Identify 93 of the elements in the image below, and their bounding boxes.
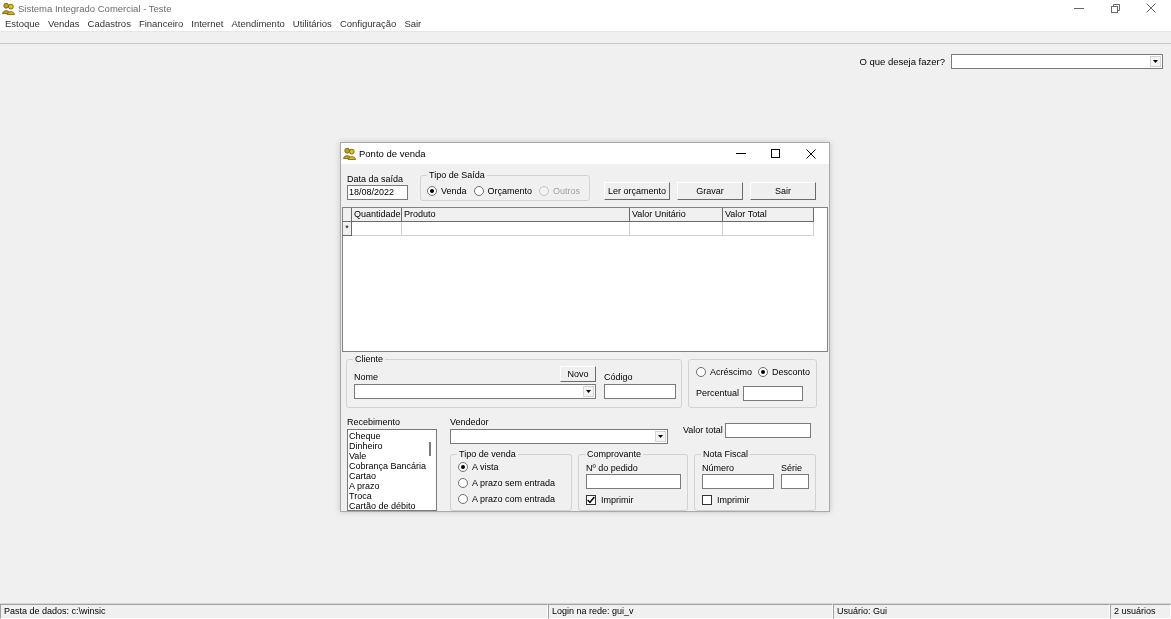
minimize-icon: [1074, 7, 1084, 9]
radio-icon[interactable]: [473, 186, 484, 196]
grid-cell: [352, 222, 402, 236]
radio-option[interactable]: A prazo sem entrada: [458, 477, 571, 489]
radio-option[interactable]: Desconto: [758, 366, 811, 378]
input-field[interactable]: [702, 474, 774, 489]
radio-icon[interactable]: [458, 494, 468, 504]
combo-field[interactable]: [951, 54, 1163, 69]
menu-item[interactable]: Sair: [400, 17, 426, 30]
group-label: Tipo de venda: [458, 449, 517, 460]
list-item[interactable]: Cartao: [349, 471, 377, 481]
input-field[interactable]: [604, 384, 676, 399]
field-label: Nome: [354, 372, 378, 383]
menu-item[interactable]: Atendimento: [227, 17, 289, 30]
dialog-title: Ponto de venda: [359, 147, 426, 160]
checkbox-option[interactable]: Imprimir: [702, 494, 815, 506]
list-item[interactable]: Dinheiro: [349, 441, 384, 451]
radio-option[interactable]: Acréscimo: [696, 366, 752, 378]
combo-field[interactable]: [450, 429, 668, 444]
scrollbar-thumb[interactable]: [429, 442, 431, 456]
dialog-button[interactable]: Ler orçamento: [604, 182, 670, 200]
field-label: Data da saída: [347, 173, 405, 185]
status-panel: 2 usuários: [1110, 604, 1171, 619]
minimize-icon: [735, 153, 746, 154]
field-label: Vendedor: [450, 416, 490, 428]
caret-icon: [586, 390, 591, 393]
list-item[interactable]: Vale: [349, 451, 368, 461]
users-icon: [343, 147, 356, 160]
field-label: Código: [604, 372, 633, 383]
list-item[interactable]: Cartão de débito: [349, 501, 417, 511]
status-panel: Login na rede: gui_v: [548, 604, 833, 619]
dropdown-button[interactable]: [1150, 56, 1161, 67]
group-label: Comprovante: [586, 449, 643, 460]
column-header: Produto: [402, 208, 630, 222]
column-header: Valor Unitário: [630, 208, 723, 222]
row-header-cell: [343, 208, 352, 222]
radio-icon[interactable]: [458, 478, 468, 488]
dropdown-button[interactable]: [583, 386, 594, 397]
list-item[interactable]: A prazo: [349, 481, 381, 491]
radio-option[interactable]: Orçamento: [473, 185, 533, 197]
dialog-button[interactable]: Sair: [750, 182, 816, 200]
restore-icon: [1110, 3, 1120, 13]
group-label: Cliente: [354, 354, 384, 365]
menu-item[interactable]: Estoque: [1, 17, 44, 30]
menu-item[interactable]: Vendas: [43, 17, 84, 30]
menu-item[interactable]: Configuração: [335, 17, 401, 30]
window-title: Sistema Integrado Comercial - Teste: [18, 1, 172, 15]
group-label: Nota Fiscal: [702, 449, 749, 460]
menu-item[interactable]: Financeiro: [134, 17, 188, 30]
close-icon: [805, 148, 816, 159]
radio-icon[interactable]: [696, 367, 706, 377]
field-label: O que deseja fazer?: [859, 55, 945, 68]
checkbox-icon[interactable]: [586, 495, 596, 505]
field-label: Nº do pedido: [586, 462, 639, 474]
radio-icon[interactable]: [758, 367, 768, 377]
field-label: Série: [781, 462, 803, 474]
row-indicator: *: [343, 222, 352, 236]
input-field[interactable]: [781, 474, 809, 489]
caret-icon: [658, 435, 663, 438]
list-item[interactable]: Troca: [349, 491, 373, 501]
radio-option[interactable]: A prazo com entrada: [458, 493, 571, 505]
radio-icon[interactable]: [458, 462, 468, 472]
date-field[interactable]: 18/08/2022: [347, 185, 408, 200]
radio-icon[interactable]: [427, 186, 437, 196]
close-icon: [1146, 3, 1156, 13]
caret-icon: [1153, 60, 1158, 63]
status-panel: Usuário: Gui: [833, 604, 1110, 619]
column-header: Quantidade: [352, 208, 402, 222]
menu-item[interactable]: Internet: [187, 17, 228, 30]
menu-item[interactable]: Cadastros: [83, 17, 135, 30]
dialog-button[interactable]: Gravar: [677, 182, 743, 200]
dropdown-button[interactable]: [655, 431, 666, 442]
field-label: Número: [702, 462, 735, 474]
menu-item[interactable]: Utilitários: [288, 17, 336, 30]
checkbox-option[interactable]: Imprimir: [586, 494, 687, 506]
column-header: Valor Total: [723, 208, 814, 222]
input-field[interactable]: [743, 386, 804, 401]
radio-option[interactable]: A vista: [458, 461, 571, 473]
input-field[interactable]: [724, 423, 811, 438]
input-field[interactable]: [586, 474, 681, 489]
field-label: Percentual: [696, 388, 740, 399]
list-item[interactable]: Cheque: [349, 431, 382, 441]
status-panel: Pasta de dados: c:\winsic: [0, 604, 548, 619]
field-label: Recebimento: [347, 416, 402, 428]
group-label: Tipo de Saída: [428, 170, 486, 181]
new-button[interactable]: Novo: [560, 366, 596, 382]
radio-option[interactable]: Venda: [427, 185, 467, 197]
users-icon: [2, 1, 15, 15]
maximize-icon: [771, 149, 780, 158]
field-label: Valor total: [683, 425, 723, 436]
list-item[interactable]: Cobrança Bancária: [349, 461, 428, 471]
checkbox-icon[interactable]: [702, 495, 712, 505]
combo-field[interactable]: [354, 384, 596, 399]
